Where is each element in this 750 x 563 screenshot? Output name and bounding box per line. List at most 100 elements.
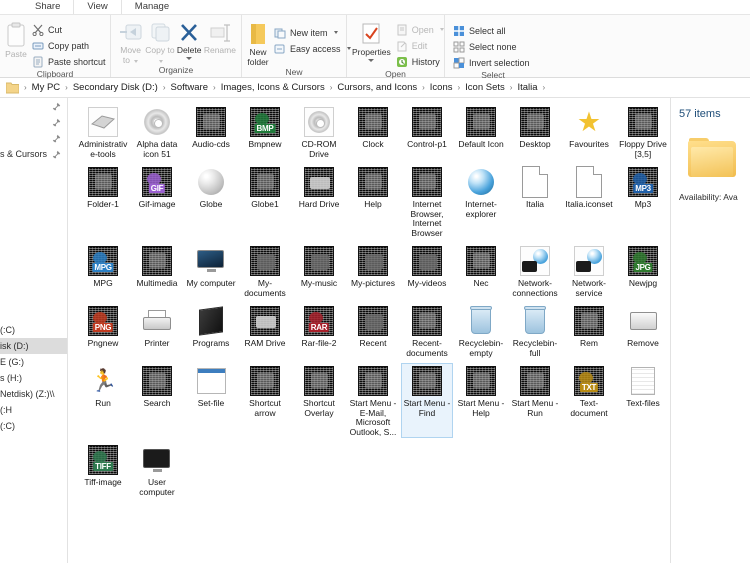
nav-pane-item[interactable]: \\Netdisk) (Z:) xyxy=(0,386,67,402)
file-item[interactable]: Recyclebin-full xyxy=(509,303,561,359)
file-item[interactable]: TXT Text-document xyxy=(563,363,615,438)
cut-button[interactable]: Cut xyxy=(29,22,109,37)
file-item[interactable]: Globe xyxy=(185,164,237,239)
file-item[interactable]: Shortcut Overlay xyxy=(293,363,345,438)
nav-pane-item[interactable] xyxy=(0,242,67,258)
pin-icon[interactable] xyxy=(52,102,61,111)
breadcrumb-item[interactable]: Secondary Disk (D:) xyxy=(70,82,161,93)
delete-button[interactable]: Delete xyxy=(175,19,204,60)
nav-pane-item[interactable] xyxy=(0,226,67,242)
paste-button[interactable]: Paste xyxy=(5,19,27,60)
file-item[interactable]: Recent-documents xyxy=(401,303,453,359)
file-item[interactable]: Remove xyxy=(617,303,669,359)
file-item[interactable]: Globe1 xyxy=(239,164,291,239)
chevron-down-icon[interactable] xyxy=(186,56,193,60)
file-item[interactable]: User computer xyxy=(131,442,183,498)
nav-pane-item[interactable]: E (G:) xyxy=(0,354,67,370)
file-item[interactable]: Recyclebin-empty xyxy=(455,303,507,359)
ribbon-tab-manage[interactable]: Manage xyxy=(120,0,182,14)
file-item[interactable]: My-documents xyxy=(239,243,291,299)
file-item[interactable]: MPG MPG xyxy=(77,243,129,299)
nav-pane-item[interactable] xyxy=(0,114,67,130)
file-item[interactable]: BMP Bmpnew xyxy=(239,104,291,160)
nav-pane-item[interactable]: isk (D:) xyxy=(0,338,67,354)
file-item[interactable]: Start Menu - Find xyxy=(401,363,453,438)
file-item[interactable]: Start Menu - Help xyxy=(455,363,507,438)
file-item[interactable]: JPG Newjpg xyxy=(617,243,669,299)
file-item[interactable]: MP3 Mp3 xyxy=(617,164,669,239)
file-item[interactable]: CD-ROM Drive xyxy=(293,104,345,160)
file-item[interactable]: Default Icon xyxy=(455,104,507,160)
history-button[interactable]: History xyxy=(393,54,447,69)
file-item[interactable]: Italia xyxy=(509,164,561,239)
file-item[interactable]: GIF Gif-image xyxy=(131,164,183,239)
nav-pane-item[interactable]: s & Cursors xyxy=(0,146,67,162)
address-bar[interactable]: › My PC › Secondary Disk (D:) › Software › Imag… xyxy=(0,78,750,98)
nav-pane-item[interactable]: H:) xyxy=(0,402,67,418)
breadcrumb[interactable]: › My PC › Secondary Disk (D:) › Software › Imag… xyxy=(22,82,547,93)
file-item[interactable]: Internet-explorer xyxy=(455,164,507,239)
pin-icon[interactable] xyxy=(52,150,61,159)
paste-shortcut-button[interactable]: Paste shortcut xyxy=(29,54,109,69)
file-item[interactable]: ★ Favourites xyxy=(563,104,615,160)
nav-pane-item[interactable]: (C:) xyxy=(0,322,67,338)
nav-pane-item[interactable] xyxy=(0,274,67,290)
file-item[interactable]: My-videos xyxy=(401,243,453,299)
file-item[interactable]: Rem xyxy=(563,303,615,359)
file-list-area[interactable]: Administrative-tools Alpha data icon 51 Au… xyxy=(68,98,670,563)
file-item[interactable]: Folder-1 xyxy=(77,164,129,239)
select-all-button[interactable]: Select all xyxy=(450,23,533,38)
navigation-pane[interactable]: s & Cursors (C:) isk (D:) E (G:) s (H:) \\Net… xyxy=(0,98,68,563)
copy-to-button[interactable]: Copy to xyxy=(145,19,175,65)
file-item[interactable]: 🏃 Run xyxy=(77,363,129,438)
file-item[interactable]: Internet Browser, Internet Browser xyxy=(401,164,453,239)
nav-pane-item[interactable] xyxy=(0,290,67,306)
file-item[interactable]: Desktop xyxy=(509,104,561,160)
breadcrumb-item[interactable]: My PC xyxy=(29,82,64,93)
nav-pane-item[interactable] xyxy=(0,306,67,322)
breadcrumb-item[interactable]: Software xyxy=(168,82,212,93)
nav-pane-item[interactable] xyxy=(0,194,67,210)
file-item[interactable]: My-pictures xyxy=(347,243,399,299)
open-button[interactable]: Open xyxy=(393,22,447,37)
nav-pane-item[interactable] xyxy=(0,162,67,178)
breadcrumb-item[interactable]: Icons xyxy=(427,82,456,93)
breadcrumb-item[interactable]: Cursors, and Icons xyxy=(334,82,420,93)
file-item[interactable]: Clock xyxy=(347,104,399,160)
new-item-button[interactable]: New item xyxy=(271,25,354,40)
ribbon-tab-view[interactable]: View xyxy=(73,0,120,14)
file-item[interactable]: Nec xyxy=(455,243,507,299)
rename-button[interactable]: Rename xyxy=(204,19,236,56)
file-item[interactable]: Text-files xyxy=(617,363,669,438)
file-item[interactable]: Network-service xyxy=(563,243,615,299)
file-item[interactable]: Administrative-tools xyxy=(77,104,129,160)
file-item[interactable]: My computer xyxy=(185,243,237,299)
breadcrumb-item[interactable]: Icon Sets xyxy=(462,82,508,93)
chevron-down-icon[interactable] xyxy=(368,58,375,62)
nav-pane-item[interactable] xyxy=(0,178,67,194)
nav-pane-item[interactable] xyxy=(0,258,67,274)
nav-pane-item[interactable]: s (H:) xyxy=(0,370,67,386)
chevron-down-icon[interactable] xyxy=(333,31,338,34)
file-item[interactable]: PNG Pngnew xyxy=(77,303,129,359)
file-item[interactable]: Control-p1 xyxy=(401,104,453,160)
nav-pane-item[interactable]: (C:) xyxy=(0,418,67,434)
pin-icon[interactable] xyxy=(52,118,61,127)
file-item[interactable]: Search xyxy=(131,363,183,438)
file-item[interactable]: Network-connections xyxy=(509,243,561,299)
breadcrumb-item[interactable]: Italia xyxy=(514,82,540,93)
file-item[interactable]: Start Menu - E-Mail, Microsoft Outlook, … xyxy=(347,363,399,438)
file-item[interactable]: Start Menu - Run xyxy=(509,363,561,438)
easy-access-button[interactable]: Easy access xyxy=(271,41,354,56)
ribbon-tab-share[interactable]: Share xyxy=(22,0,73,14)
copy-path-button[interactable]: Copy path xyxy=(29,38,109,53)
new-folder-button[interactable]: New folder xyxy=(247,19,269,67)
file-item[interactable]: Italia.iconset xyxy=(563,164,615,239)
invert-selection-button[interactable]: Invert selection xyxy=(450,55,533,70)
edit-button[interactable]: Edit xyxy=(393,38,447,53)
file-item[interactable]: RAR Rar-file-2 xyxy=(293,303,345,359)
file-item[interactable]: Printer xyxy=(131,303,183,359)
file-item[interactable]: Audio-cds xyxy=(185,104,237,160)
nav-pane-item[interactable] xyxy=(0,98,67,114)
file-item[interactable]: Recent xyxy=(347,303,399,359)
